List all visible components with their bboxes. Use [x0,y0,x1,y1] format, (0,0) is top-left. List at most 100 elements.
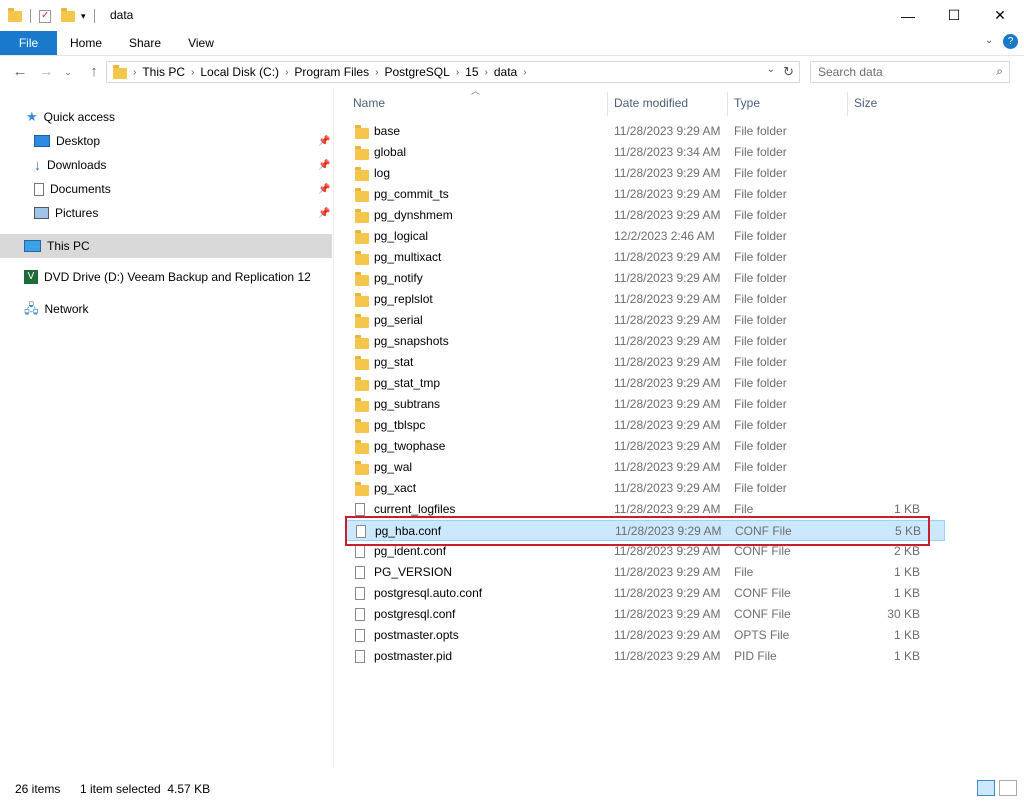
file-row[interactable]: pg_notify 11/28/2023 9:29 AM File folder [345,268,945,289]
sidebar-item-quick-access[interactable]: ★ Quick access [26,106,115,128]
file-size: 1 KB [893,565,920,579]
file-date: 11/28/2023 9:29 AM [614,649,721,663]
column-header-name[interactable]: Name [353,96,385,118]
expand-ribbon-icon[interactable]: ⌄ [985,35,993,46]
breadcrumb-item[interactable]: 15 [461,65,482,79]
file-row[interactable]: global 11/28/2023 9:34 AM File folder [345,142,945,163]
column-header-type[interactable]: Type [734,96,760,118]
file-type: File folder [734,229,787,243]
tab-file[interactable]: File [0,31,57,55]
address-bar[interactable]: › This PC › Local Disk (C:) › Program Files › P… [106,61,800,83]
file-date: 11/28/2023 9:29 AM [614,607,721,621]
address-dropdown-icon[interactable]: ⌄ [767,64,775,75]
details-view-button[interactable] [977,780,995,796]
sidebar-item-documents[interactable]: Documents [34,178,111,200]
file-row[interactable]: pg_commit_ts 11/28/2023 9:29 AM File folde… [345,184,945,205]
file-row[interactable]: current_logfiles 11/28/2023 9:29 AM File 1 … [345,499,945,520]
breadcrumb-separator-icon[interactable]: › [521,67,528,78]
pin-icon[interactable]: 📌 [318,208,330,219]
breadcrumb-separator-icon[interactable]: › [483,67,490,78]
sidebar-item-dvd-drive[interactable]: V DVD Drive (D:) Veeam Backup and Replic… [24,266,311,288]
pin-icon[interactable]: 📌 [318,136,330,147]
file-row[interactable]: pg_snapshots 11/28/2023 9:29 AM File folde… [345,331,945,352]
file-row[interactable]: pg_serial 11/28/2023 9:29 AM File folder [345,310,945,331]
file-row[interactable]: base 11/28/2023 9:29 AM File folder [345,121,945,142]
file-name: pg_commit_ts [374,187,449,201]
sidebar-item-this-pc[interactable]: This PC [24,235,90,257]
recent-locations-button[interactable]: ⌄ [58,62,78,82]
breadcrumb-separator-icon[interactable]: › [454,67,461,78]
file-type: File folder [734,418,787,432]
file-row[interactable]: pg_stat_tmp 11/28/2023 9:29 AM File folder [345,373,945,394]
sidebar-item-network[interactable]: 🖧 Network [24,298,89,320]
properties-icon[interactable]: ✓ [39,9,51,23]
help-icon[interactable]: ? [1003,34,1018,49]
file-row[interactable]: pg_wal 11/28/2023 9:29 AM File folder [345,457,945,478]
breadcrumb-separator-icon[interactable]: › [131,67,138,78]
file-row[interactable]: pg_replslot 11/28/2023 9:29 AM File folder [345,289,945,310]
file-row[interactable]: pg_stat 11/28/2023 9:29 AM File folder [345,352,945,373]
file-row[interactable]: pg_logical 12/2/2023 2:46 AM File folder [345,226,945,247]
file-row[interactable]: postgresql.conf 11/28/2023 9:29 AM CONF Fi… [345,604,945,625]
breadcrumb-separator-icon[interactable]: › [189,67,196,78]
breadcrumb-separator-icon[interactable]: › [283,67,290,78]
column-header-size[interactable]: Size [854,96,877,118]
folder-icon [355,482,369,496]
sidebar-item-label: Network [44,302,89,316]
file-row[interactable]: pg_multixact 11/28/2023 9:29 AM File folde… [345,247,945,268]
tab-share[interactable]: Share [122,31,168,55]
column-divider[interactable] [847,92,848,116]
pin-icon[interactable]: 📌 [318,160,330,171]
tab-view[interactable]: View [180,31,222,55]
back-button[interactable]: ← [10,62,30,82]
minimize-button[interactable]: — [885,0,931,31]
breadcrumb-item[interactable]: Local Disk (C:) [196,65,283,79]
file-date: 11/28/2023 9:29 AM [614,187,721,201]
file-type: CONF File [734,586,791,600]
tab-home[interactable]: Home [63,31,109,55]
file-row[interactable]: pg_tblspc 11/28/2023 9:29 AM File folder [345,415,945,436]
sidebar-item-downloads[interactable]: ↓ Downloads [34,154,106,176]
search-input[interactable]: Search data ⌕ [810,61,1010,83]
refresh-icon[interactable]: ↻ [783,64,794,80]
up-button[interactable]: ↑ [84,62,104,82]
file-row[interactable]: pg_xact 11/28/2023 9:29 AM File folder [345,478,945,499]
column-divider[interactable] [607,92,608,116]
breadcrumb-item[interactable]: This PC [138,65,189,79]
file-row[interactable]: postmaster.pid 11/28/2023 9:29 AM PID File… [345,646,945,667]
close-button[interactable]: ✕ [977,0,1023,31]
file-row[interactable]: pg_hba.conf 11/28/2023 9:29 AM CONF File 5 … [345,520,945,541]
file-row[interactable]: pg_dynshmem 11/28/2023 9:29 AM File folder [345,205,945,226]
file-row[interactable]: postgresql.auto.conf 11/28/2023 9:29 AM CO… [345,583,945,604]
sidebar-item-label: Quick access [43,110,116,124]
maximize-button[interactable]: ☐ [931,0,977,31]
file-name: base [374,124,401,138]
file-row[interactable]: postmaster.opts 11/28/2023 9:29 AM OPTS Fi… [345,625,945,646]
file-row[interactable]: pg_ident.conf 11/28/2023 9:29 AM CONF File… [345,541,945,562]
folder-icon [355,461,369,475]
breadcrumb-item[interactable]: PostgreSQL [380,65,453,79]
file-date: 11/28/2023 9:29 AM [614,460,721,474]
file-name: pg_subtrans [374,397,441,411]
sidebar-item-desktop[interactable]: Desktop [34,130,100,152]
file-size: 1 KB [893,649,920,663]
new-folder-icon[interactable] [61,7,75,22]
column-divider[interactable] [727,92,728,116]
chevron-down-icon[interactable]: ▾ [81,11,86,22]
large-icons-view-button[interactable] [999,780,1017,796]
breadcrumb-item[interactable]: Program Files [290,65,373,79]
file-row[interactable]: PG_VERSION 11/28/2023 9:29 AM File 1 KB [345,562,945,583]
file-name: log [374,166,391,180]
search-icon[interactable]: ⌕ [996,64,1003,79]
sort-chevron-icon: ︿ [471,86,481,96]
breadcrumb-item[interactable]: data [490,65,521,79]
column-header-date[interactable]: Date modified [614,96,688,118]
file-row[interactable]: log 11/28/2023 9:29 AM File folder [345,163,945,184]
sidebar-item-pictures[interactable]: Pictures [34,202,98,224]
forward-button[interactable]: → [36,62,56,82]
breadcrumb-separator-icon[interactable]: › [373,67,380,78]
file-row[interactable]: pg_subtrans 11/28/2023 9:29 AM File folder [345,394,945,415]
file-row[interactable]: pg_twophase 11/28/2023 9:29 AM File folder [345,436,945,457]
pin-icon[interactable]: 📌 [318,184,330,195]
folder-icon [355,419,369,433]
